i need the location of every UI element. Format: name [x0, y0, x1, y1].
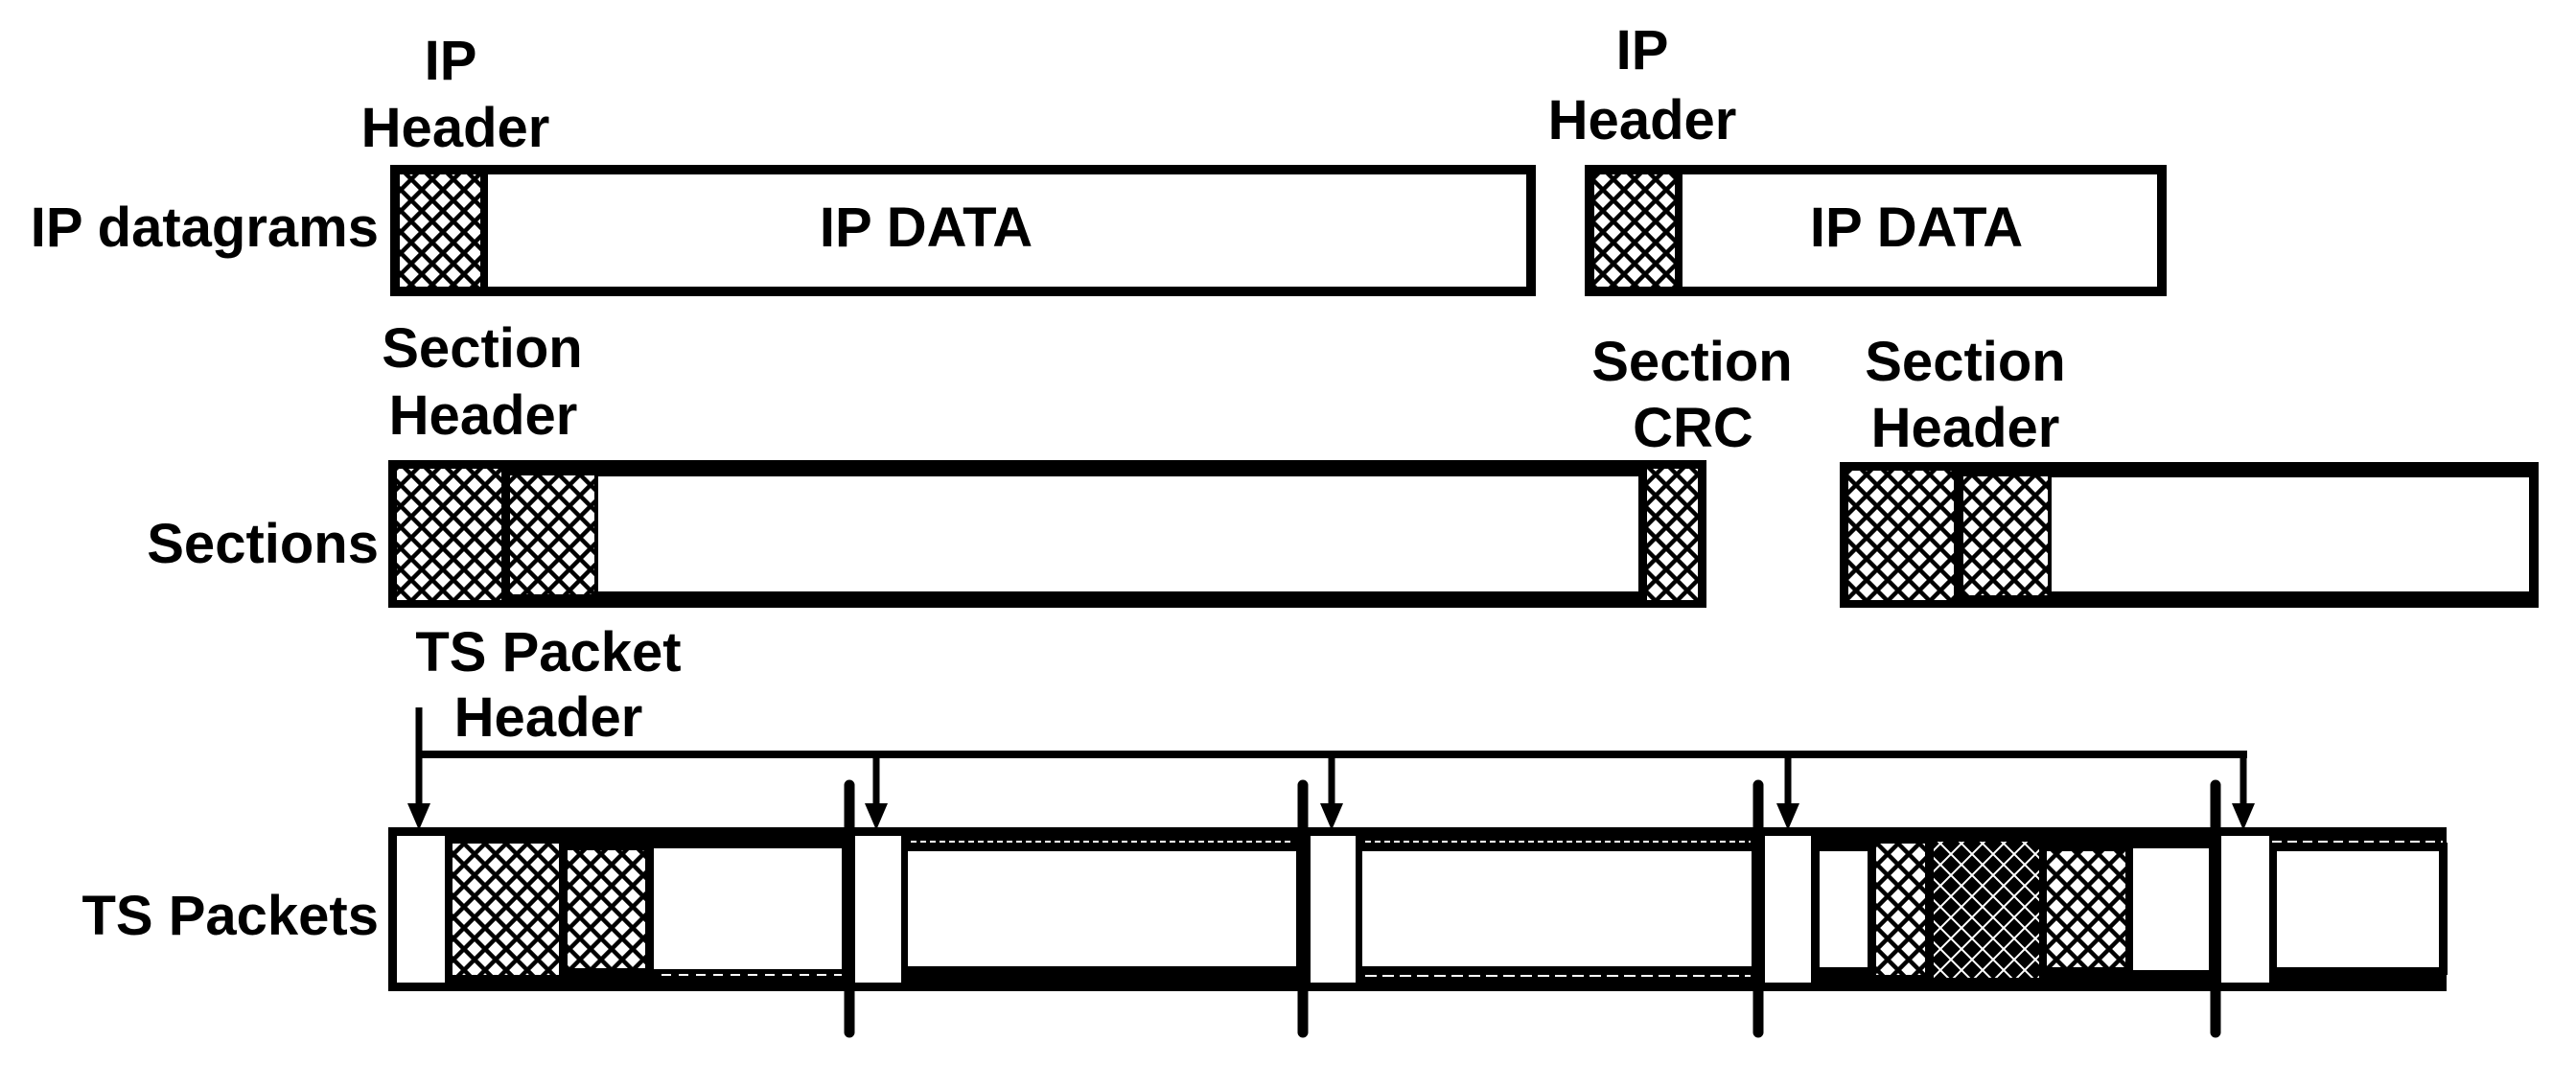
ts-packet-2 — [855, 836, 1296, 983]
ts-packet-4-payload-end — [1820, 851, 1868, 967]
ts-packet-header-label-line2: Header — [454, 686, 643, 749]
ip-header-1-label-line1: IP — [425, 30, 477, 92]
section-crc-label-line1: Section — [1591, 331, 1793, 393]
ts-packet-4-section-header — [1934, 842, 2039, 978]
section-header-1-label: Section Header — [382, 317, 583, 447]
ip-header-1-label: IP Header — [361, 30, 550, 159]
ts-packet-3-header — [1311, 836, 1356, 983]
section-header-1-label-line2: Header — [389, 384, 578, 447]
ip-encapsulation-diagram: IP datagrams Sections TS Packets IP Head… — [31, 19, 2539, 1038]
section-1-section-header-block — [397, 469, 501, 600]
section-2-ip-header-block — [1963, 476, 2048, 595]
ip-header-2-label-line1: IP — [1616, 19, 1669, 81]
row-label-sections: Sections — [147, 513, 379, 575]
ts-packet-5 — [2221, 836, 2448, 983]
ip-header-1-block — [400, 174, 482, 287]
row-label-ts-packets: TS Packets — [81, 885, 379, 947]
arrow-head-icon-2 — [865, 803, 888, 830]
ts-packet-2-header — [855, 836, 901, 983]
section-1-payload — [598, 476, 1638, 591]
ts-packet-4-payload — [2133, 848, 2209, 970]
ts-packet-4-section-crc — [1876, 844, 1925, 975]
ts-packet-2-payload — [908, 851, 1296, 966]
ip-datagram-1: IP DATA — [390, 165, 1536, 296]
ts-packet-header-label-line1: TS Packet — [415, 621, 681, 683]
ip-header-2-label-line2: Header — [1548, 89, 1737, 151]
section-1-crc-block — [1647, 469, 1698, 600]
ts-packet-4-ip-header — [2047, 851, 2125, 967]
ts-packet-4-header — [1765, 836, 1811, 983]
section-1-ip-header-block — [510, 475, 594, 594]
ts-packet-5-payload — [2277, 851, 2439, 967]
ip-data-1-label: IP DATA — [820, 197, 1033, 259]
ip-header-2-label: IP Header — [1548, 19, 1737, 151]
arrow-head-icon-1 — [407, 803, 430, 830]
section-2-payload — [2052, 477, 2529, 591]
ts-packets-row — [388, 827, 2448, 991]
ip-data-2-label: IP DATA — [1810, 197, 2023, 259]
arrow-head-icon-3 — [1320, 803, 1343, 830]
section-crc-label-line2: CRC — [1633, 397, 1753, 459]
section-2 — [1840, 462, 2539, 608]
section-crc-label: Section CRC — [1591, 331, 1793, 459]
ts-packet-3-payload — [1362, 851, 1752, 966]
ip-header-1-label-line2: Header — [361, 97, 550, 159]
section-header-2-label-line1: Section — [1865, 331, 2066, 393]
ts-packet-1-ip-header — [568, 850, 645, 968]
ts-packet-header-label: TS Packet Header — [415, 621, 681, 749]
ts-packet-5-header — [2221, 836, 2269, 983]
ts-packet-4 — [1765, 836, 2209, 983]
section-2-section-header-block — [1848, 471, 1954, 600]
section-header-2-label-line2: Header — [1871, 397, 2060, 459]
ip-header-2-block — [1594, 174, 1677, 287]
ts-packet-3 — [1311, 836, 1752, 983]
arrow-head-icon-4 — [1776, 803, 1799, 830]
section-1 — [388, 460, 1706, 608]
row-label-ip-datagrams: IP datagrams — [31, 197, 379, 259]
section-header-2-label: Section Header — [1865, 331, 2066, 459]
section-header-1-label-line1: Section — [382, 317, 583, 380]
ts-packet-1-section-header — [453, 844, 559, 975]
arrow-head-icon-5 — [2232, 803, 2255, 830]
ts-packet-1-header — [397, 836, 445, 983]
ts-packet-1-payload — [654, 848, 842, 969]
ts-packet-1 — [397, 836, 842, 983]
ts-header-pointer-bracket — [407, 707, 2255, 830]
ip-datagram-2: IP DATA — [1585, 165, 2167, 296]
